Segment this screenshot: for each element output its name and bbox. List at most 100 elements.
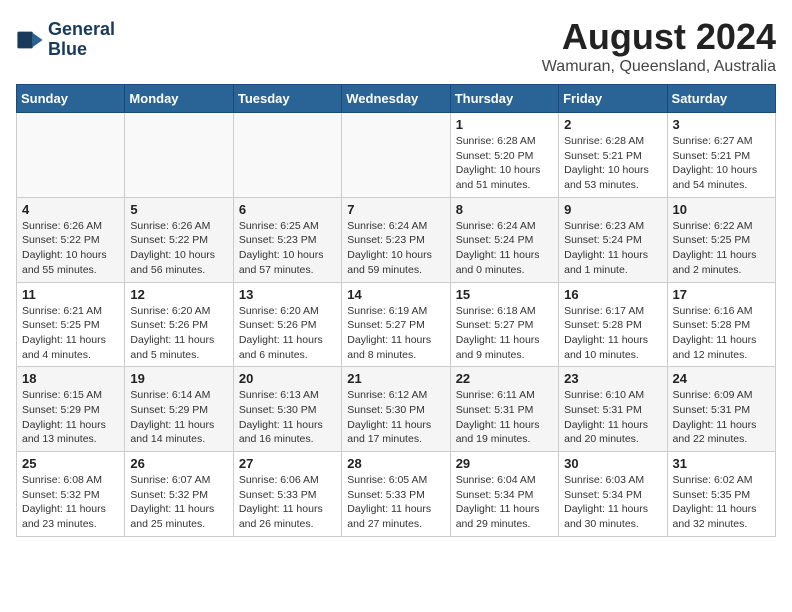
weekday-header: Thursday <box>450 85 558 113</box>
day-number: 3 <box>673 117 770 132</box>
title-area: August 2024 Wamuran, Queensland, Austral… <box>542 16 776 76</box>
calendar-cell: 5 Sunrise: 6:26 AMSunset: 5:22 PMDaylight… <box>125 197 233 282</box>
day-info: Sunrise: 6:04 AMSunset: 5:34 PMDaylight:… <box>456 473 553 532</box>
day-info: Sunrise: 6:20 AMSunset: 5:26 PMDaylight:… <box>239 304 336 363</box>
calendar-cell: 19 Sunrise: 6:14 AMSunset: 5:29 PMDayligh… <box>125 367 233 452</box>
subtitle: Wamuran, Queensland, Australia <box>542 58 776 76</box>
day-number: 2 <box>564 117 661 132</box>
day-info: Sunrise: 6:22 AMSunset: 5:25 PMDaylight:… <box>673 219 770 278</box>
weekday-header-row: SundayMondayTuesdayWednesdayThursdayFrid… <box>17 85 776 113</box>
day-number: 5 <box>130 202 227 217</box>
calendar-cell: 11 Sunrise: 6:21 AMSunset: 5:25 PMDayligh… <box>17 282 125 367</box>
day-info: Sunrise: 6:21 AMSunset: 5:25 PMDaylight:… <box>22 304 119 363</box>
day-info: Sunrise: 6:27 AMSunset: 5:21 PMDaylight:… <box>673 134 770 193</box>
logo: General Blue <box>16 20 115 60</box>
day-info: Sunrise: 6:18 AMSunset: 5:27 PMDaylight:… <box>456 304 553 363</box>
day-number: 12 <box>130 287 227 302</box>
day-number: 23 <box>564 371 661 386</box>
day-number: 28 <box>347 456 444 471</box>
day-info: Sunrise: 6:15 AMSunset: 5:29 PMDaylight:… <box>22 388 119 447</box>
calendar-cell: 9Sunrise: 6:23 AMSunset: 5:24 PMDaylight… <box>559 197 667 282</box>
day-info: Sunrise: 6:09 AMSunset: 5:31 PMDaylight:… <box>673 388 770 447</box>
weekday-header: Wednesday <box>342 85 450 113</box>
weekday-header: Sunday <box>17 85 125 113</box>
day-info: Sunrise: 6:17 AMSunset: 5:28 PMDaylight:… <box>564 304 661 363</box>
day-info: Sunrise: 6:13 AMSunset: 5:30 PMDaylight:… <box>239 388 336 447</box>
day-number: 18 <box>22 371 119 386</box>
calendar-cell: 29 Sunrise: 6:04 AMSunset: 5:34 PMDayligh… <box>450 452 558 537</box>
calendar-cell: 12Sunrise: 6:20 AMSunset: 5:26 PMDayligh… <box>125 282 233 367</box>
day-number: 21 <box>347 371 444 386</box>
day-info: Sunrise: 6:24 AMSunset: 5:23 PMDaylight:… <box>347 219 444 278</box>
calendar-cell: 23Sunrise: 6:10 AMSunset: 5:31 PMDayligh… <box>559 367 667 452</box>
calendar-cell: 20 Sunrise: 6:13 AMSunset: 5:30 PMDayligh… <box>233 367 341 452</box>
logo-text: General Blue <box>48 20 115 60</box>
main-title: August 2024 <box>542 16 776 58</box>
calendar-cell: 31 Sunrise: 6:02 AMSunset: 5:35 PMDayligh… <box>667 452 775 537</box>
header: General Blue August 2024 Wamuran, Queens… <box>16 16 776 76</box>
calendar-cell: 28Sunrise: 6:05 AMSunset: 5:33 PMDayligh… <box>342 452 450 537</box>
day-number: 9 <box>564 202 661 217</box>
day-info: Sunrise: 6:02 AMSunset: 5:35 PMDaylight:… <box>673 473 770 532</box>
calendar-week-row: 25Sunrise: 6:08 AMSunset: 5:32 PMDayligh… <box>17 452 776 537</box>
weekday-header: Friday <box>559 85 667 113</box>
weekday-header: Monday <box>125 85 233 113</box>
calendar-cell <box>17 113 125 198</box>
calendar-cell: 15 Sunrise: 6:18 AMSunset: 5:27 PMDayligh… <box>450 282 558 367</box>
day-number: 31 <box>673 456 770 471</box>
day-number: 14 <box>347 287 444 302</box>
day-number: 26 <box>130 456 227 471</box>
calendar-cell <box>342 113 450 198</box>
calendar-cell <box>233 113 341 198</box>
day-info: Sunrise: 6:25 AMSunset: 5:23 PMDaylight:… <box>239 219 336 278</box>
calendar-cell: 7 Sunrise: 6:24 AMSunset: 5:23 PMDaylight… <box>342 197 450 282</box>
day-number: 20 <box>239 371 336 386</box>
day-info: Sunrise: 6:14 AMSunset: 5:29 PMDaylight:… <box>130 388 227 447</box>
day-number: 24 <box>673 371 770 386</box>
day-info: Sunrise: 6:06 AMSunset: 5:33 PMDaylight:… <box>239 473 336 532</box>
calendar-cell: 30Sunrise: 6:03 AMSunset: 5:34 PMDayligh… <box>559 452 667 537</box>
calendar-cell: 22Sunrise: 6:11 AMSunset: 5:31 PMDayligh… <box>450 367 558 452</box>
calendar-cell: 25Sunrise: 6:08 AMSunset: 5:32 PMDayligh… <box>17 452 125 537</box>
weekday-header: Saturday <box>667 85 775 113</box>
calendar-week-row: 1Sunrise: 6:28 AMSunset: 5:20 PMDaylight… <box>17 113 776 198</box>
day-number: 1 <box>456 117 553 132</box>
day-number: 7 <box>347 202 444 217</box>
day-info: Sunrise: 6:24 AMSunset: 5:24 PMDaylight:… <box>456 219 553 278</box>
weekday-header: Tuesday <box>233 85 341 113</box>
day-info: Sunrise: 6:28 AMSunset: 5:21 PMDaylight:… <box>564 134 661 193</box>
logo-line2: Blue <box>48 40 115 60</box>
calendar-cell: 1Sunrise: 6:28 AMSunset: 5:20 PMDaylight… <box>450 113 558 198</box>
calendar-cell: 16 Sunrise: 6:17 AMSunset: 5:28 PMDayligh… <box>559 282 667 367</box>
day-number: 19 <box>130 371 227 386</box>
logo-line1: General <box>48 20 115 40</box>
day-info: Sunrise: 6:07 AMSunset: 5:32 PMDaylight:… <box>130 473 227 532</box>
day-number: 11 <box>22 287 119 302</box>
day-info: Sunrise: 6:03 AMSunset: 5:34 PMDaylight:… <box>564 473 661 532</box>
calendar-cell: 21Sunrise: 6:12 AMSunset: 5:30 PMDayligh… <box>342 367 450 452</box>
day-number: 6 <box>239 202 336 217</box>
day-number: 16 <box>564 287 661 302</box>
day-number: 25 <box>22 456 119 471</box>
day-info: Sunrise: 6:26 AMSunset: 5:22 PMDaylight:… <box>130 219 227 278</box>
day-number: 13 <box>239 287 336 302</box>
calendar-cell: 18 Sunrise: 6:15 AMSunset: 5:29 PMDayligh… <box>17 367 125 452</box>
day-number: 15 <box>456 287 553 302</box>
calendar-cell: 24 Sunrise: 6:09 AMSunset: 5:31 PMDayligh… <box>667 367 775 452</box>
calendar-cell: 3 Sunrise: 6:27 AMSunset: 5:21 PMDaylight… <box>667 113 775 198</box>
calendar-cell: 8Sunrise: 6:24 AMSunset: 5:24 PMDaylight… <box>450 197 558 282</box>
day-number: 29 <box>456 456 553 471</box>
calendar-cell: 10Sunrise: 6:22 AMSunset: 5:25 PMDayligh… <box>667 197 775 282</box>
calendar-week-row: 4Sunrise: 6:26 AMSunset: 5:22 PMDaylight… <box>17 197 776 282</box>
day-info: Sunrise: 6:16 AMSunset: 5:28 PMDaylight:… <box>673 304 770 363</box>
logo-icon <box>16 26 44 54</box>
calendar-week-row: 18 Sunrise: 6:15 AMSunset: 5:29 PMDayligh… <box>17 367 776 452</box>
day-info: Sunrise: 6:26 AMSunset: 5:22 PMDaylight:… <box>22 219 119 278</box>
day-info: Sunrise: 6:19 AMSunset: 5:27 PMDaylight:… <box>347 304 444 363</box>
calendar-cell <box>125 113 233 198</box>
calendar-week-row: 11 Sunrise: 6:21 AMSunset: 5:25 PMDayligh… <box>17 282 776 367</box>
calendar-table: SundayMondayTuesdayWednesdayThursdayFrid… <box>16 84 776 537</box>
calendar-cell: 26 Sunrise: 6:07 AMSunset: 5:32 PMDayligh… <box>125 452 233 537</box>
calendar-cell: 13 Sunrise: 6:20 AMSunset: 5:26 PMDayligh… <box>233 282 341 367</box>
day-number: 22 <box>456 371 553 386</box>
